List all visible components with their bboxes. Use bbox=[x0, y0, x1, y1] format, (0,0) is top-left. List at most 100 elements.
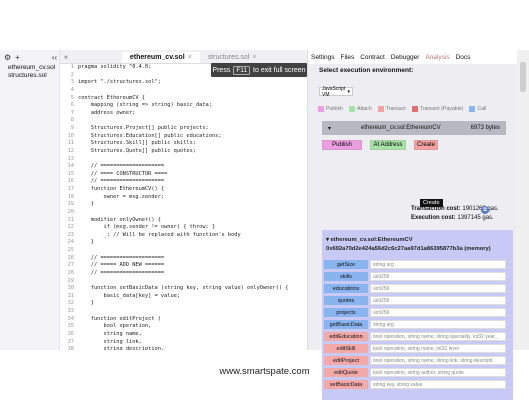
line-text: Structures.Quote[] public quotes; bbox=[78, 147, 196, 154]
legend-item: Call bbox=[469, 106, 486, 112]
function-args-input[interactable]: uint256 bbox=[370, 284, 506, 293]
function-row: getBasicData string arg bbox=[324, 320, 506, 329]
tab-contract[interactable]: Contract bbox=[360, 53, 385, 62]
code-area[interactable]: 1 pragma solidity ^0.4.0; 2 3 import "./stru… bbox=[60, 64, 307, 350]
fullscreen-toast: Press F11 to exit full screen bbox=[211, 63, 307, 77]
code-line: 12 Structures.Quote[] public quotes; bbox=[60, 148, 307, 156]
function-args-input[interactable]: uint256 bbox=[370, 272, 506, 281]
line-text: function editProject ( bbox=[78, 315, 161, 322]
at-address-button[interactable]: At Address bbox=[370, 140, 406, 150]
line-text: import "./structures.sol"; bbox=[78, 79, 161, 86]
code-line: 21 modifier onlyOwner() { bbox=[60, 217, 307, 225]
function-button-getsize[interactable]: getSize bbox=[324, 260, 368, 269]
line-number: 4 bbox=[70, 86, 74, 93]
code-line: 13 bbox=[60, 156, 307, 164]
function-args-input[interactable]: bool operation, string name, string link… bbox=[370, 356, 506, 365]
action-buttons: Publish At Address Create bbox=[322, 140, 517, 150]
function-button-quotes[interactable]: quotes bbox=[324, 296, 368, 305]
collapse-icon[interactable]: ‹‹ bbox=[52, 53, 57, 62]
line-number: 28 bbox=[67, 269, 74, 276]
file-item[interactable]: structures.sol bbox=[0, 72, 59, 80]
code-line: 16 // ==================== bbox=[60, 178, 307, 186]
line-text: _; // Will be replaced with function's b… bbox=[78, 231, 241, 238]
legend-item: Publish bbox=[318, 106, 343, 112]
line-number: 7 bbox=[70, 109, 74, 116]
tab-files[interactable]: Files bbox=[341, 53, 355, 62]
editor-tab-label: ethereum_cv.sol bbox=[129, 54, 185, 61]
function-button-editskill[interactable]: editSkill bbox=[324, 344, 368, 353]
create-button[interactable]: Create bbox=[414, 140, 438, 150]
env-label: Select execution environment: bbox=[319, 67, 414, 74]
function-button-skills[interactable]: skills bbox=[324, 272, 368, 281]
contract-bytes: 6973 bytes bbox=[470, 125, 500, 131]
exec-cost-label: Execution cost: bbox=[411, 215, 456, 221]
editor-tab[interactable]: structures.sol × bbox=[200, 52, 265, 63]
legend-swatch bbox=[377, 106, 384, 112]
function-row: getSize string arg bbox=[324, 260, 506, 269]
function-args-input[interactable]: uint256 bbox=[370, 308, 506, 317]
scrollbar[interactable] bbox=[517, 50, 529, 350]
editor-tabs: « ethereum_cv.sol × structures.sol × bbox=[60, 50, 307, 64]
chevron-left-icon[interactable]: « bbox=[60, 52, 72, 63]
line-number: 5 bbox=[70, 94, 74, 101]
function-args-input[interactable]: string key, string value bbox=[370, 380, 506, 389]
code-line: 27 // ===== ADD NEW ====== bbox=[60, 262, 307, 270]
tab-debugger[interactable]: Debugger bbox=[391, 53, 420, 62]
line-text: function setBasicData (string key, strin… bbox=[78, 285, 289, 292]
file-item[interactable]: ethereum_cv.sol bbox=[0, 64, 59, 72]
copy-icon[interactable]: ⧉ bbox=[481, 206, 489, 214]
line-number: 12 bbox=[67, 147, 74, 154]
function-args-input[interactable]: bool operation, string name, int32 level bbox=[370, 344, 506, 353]
line-text: string description, bbox=[78, 346, 165, 350]
line-number: 6 bbox=[70, 102, 74, 109]
function-button-getbasicdata[interactable]: getBasicData bbox=[324, 320, 368, 329]
line-number: 10 bbox=[67, 132, 74, 139]
code-editor[interactable]: « ethereum_cv.sol × structures.sol × 1 pragm… bbox=[60, 50, 307, 350]
publish-button[interactable]: Publish bbox=[322, 140, 362, 150]
contract-selector[interactable]: ▾ ethereum_cv.sol:EthereumCV 6973 bytes bbox=[322, 121, 506, 135]
line-number: 14 bbox=[67, 163, 74, 170]
editor-tab-label: structures.sol bbox=[207, 54, 250, 61]
code-line: 15 // ==== CONSTRUCTOR ==== bbox=[60, 171, 307, 179]
contract-name: ethereum_cv.sol:EthereumCV bbox=[361, 125, 441, 131]
line-number: 23 bbox=[67, 231, 74, 238]
instance-header: ▾ ethereum_cv.sol:EthereumCV 0x692a70d2e… bbox=[326, 236, 491, 254]
instance-address: 0x692a70d2e424a56d2c6c27aa97d1a86395877b… bbox=[326, 246, 491, 252]
toast-text-pre: Press bbox=[212, 66, 231, 74]
file-list: ethereum_cv.sol structures.sol bbox=[0, 64, 59, 80]
code-line: 9 Structures.Project[] public projects; bbox=[60, 125, 307, 133]
function-args-input[interactable]: string arg bbox=[370, 260, 506, 269]
add-file-icon[interactable]: + bbox=[15, 53, 20, 62]
file-explorer: ⚙ + ‹‹ ethereum_cv.sol structures.sol bbox=[0, 50, 60, 350]
legend-item: Attach bbox=[349, 106, 372, 112]
function-button-educations[interactable]: educations bbox=[324, 284, 368, 293]
env-select[interactable]: JavaScript VM ▾ bbox=[319, 85, 353, 98]
tab-analysis[interactable]: Analysis bbox=[425, 53, 449, 62]
scrollbar-thumb[interactable] bbox=[520, 62, 526, 92]
line-number: 24 bbox=[67, 239, 74, 246]
function-row: educations uint256 bbox=[324, 284, 506, 293]
line-number: 18 bbox=[67, 193, 74, 200]
function-button-editproject[interactable]: editProject bbox=[324, 356, 368, 365]
tab-settings[interactable]: Settings bbox=[311, 53, 335, 62]
function-args-input[interactable]: bool operation, string name, string spec… bbox=[370, 332, 506, 341]
editor-tab[interactable]: ethereum_cv.sol × bbox=[121, 52, 200, 63]
line-number: 27 bbox=[67, 262, 74, 269]
gear-icon[interactable]: ⚙ bbox=[4, 53, 11, 62]
function-button-editeducation[interactable]: editEducation bbox=[324, 332, 368, 341]
close-icon[interactable]: × bbox=[188, 54, 192, 61]
tab-docs[interactable]: Docs bbox=[456, 53, 471, 62]
function-button-projects[interactable]: projects bbox=[324, 308, 368, 317]
code-line: 6 mapping (string => string) basic_data; bbox=[60, 102, 307, 110]
function-button-setbasicdata[interactable]: setBasicData bbox=[324, 380, 368, 389]
function-args-input[interactable]: string arg bbox=[370, 320, 506, 329]
code-line: 34 function editProject ( bbox=[60, 316, 307, 324]
env-value: JavaScript VM bbox=[322, 85, 346, 98]
close-icon[interactable]: × bbox=[252, 54, 256, 61]
code-line: 18 owner = msg.sender; bbox=[60, 194, 307, 202]
instance-title: ethereum_cv.sol:EthereumCV bbox=[330, 237, 413, 243]
function-row: skills uint256 bbox=[324, 272, 506, 281]
function-args-input[interactable]: uint256 bbox=[370, 296, 506, 305]
legend-item: Transact (Payable) bbox=[411, 106, 463, 112]
line-number: 22 bbox=[67, 224, 74, 231]
